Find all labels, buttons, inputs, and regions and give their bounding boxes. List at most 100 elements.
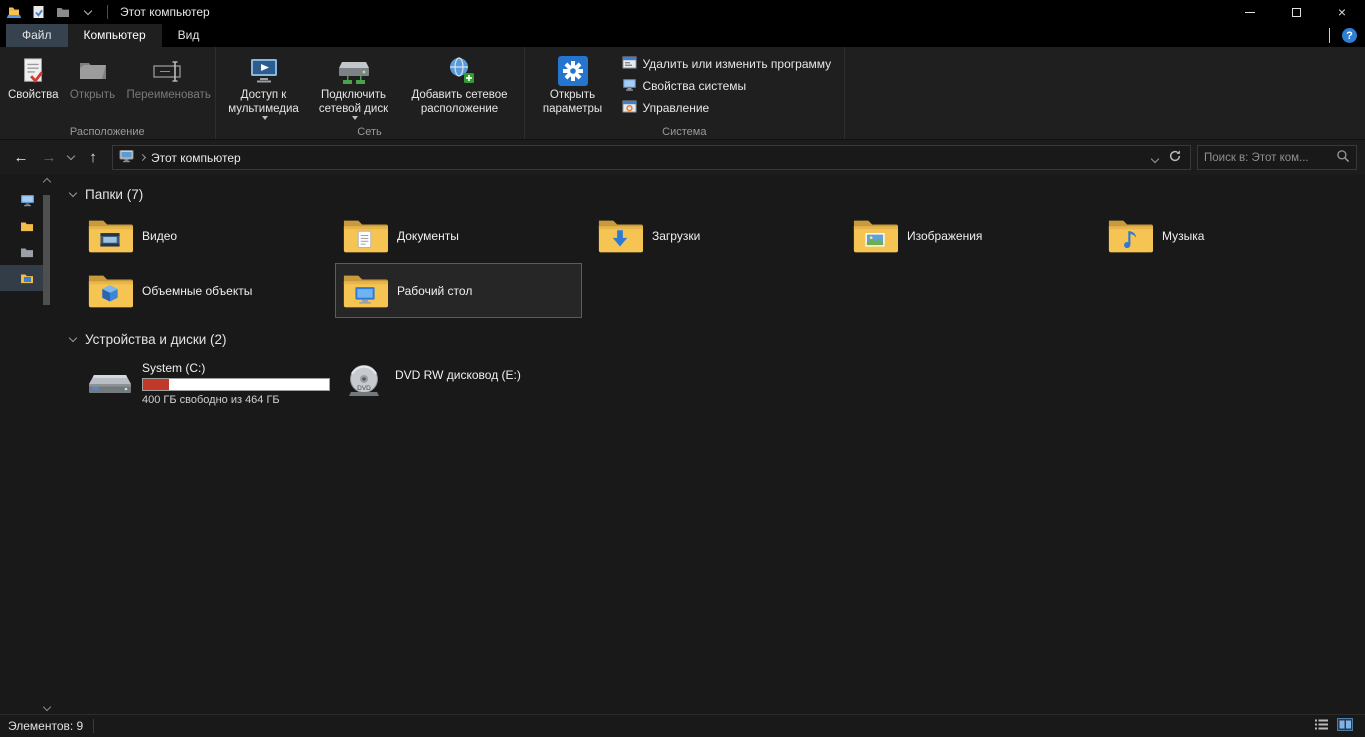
media-access-dropdown-icon <box>262 116 268 121</box>
items-count: Элементов: 9 <box>8 719 84 733</box>
drive-e-tile[interactable]: DVD DVD RW дисковод (E:) <box>335 353 582 413</box>
navigation-bar: ← → ↑ Этот компьютер <box>0 140 1365 175</box>
sidebar-scrollbar-thumb[interactable] <box>43 195 50 305</box>
properties-button[interactable]: Свойства <box>3 50 64 103</box>
forward-button[interactable]: → <box>36 145 62 171</box>
tab-computer[interactable]: Компьютер <box>67 24 162 47</box>
up-button[interactable]: ↑ <box>80 145 106 171</box>
svg-text:DVD: DVD <box>357 385 371 392</box>
add-network-location-label: Добавить сетевое расположение <box>411 89 508 115</box>
navigation-pane <box>0 175 56 714</box>
drives-grid: System (C:) 400 ГБ свободно из 464 ГБ DV… <box>80 353 1357 413</box>
drive-e-icon: DVD <box>342 362 386 400</box>
media-access-label: Доступ к мультимедиа <box>228 89 299 115</box>
tab-view[interactable]: Вид <box>162 24 216 47</box>
ribbon-group-system: Открыть параметры Удалить или изменить п… <box>525 47 846 139</box>
maximize-button[interactable] <box>1273 0 1319 24</box>
recent-locations-dropdown[interactable] <box>64 145 78 171</box>
status-bar: Элементов: 9 <box>0 714 1365 737</box>
folder-label: Рабочий стол <box>397 283 473 298</box>
details-view-button[interactable] <box>1314 718 1329 734</box>
properties-label: Свойства <box>8 89 59 101</box>
sidebar-item-this-pc[interactable] <box>0 187 46 213</box>
qa-customize-dropdown[interactable] <box>79 3 97 21</box>
sidebar-scroll-up-icon[interactable] <box>42 177 52 187</box>
qa-properties-button[interactable] <box>29 3 47 21</box>
ribbon-collapse-button[interactable] <box>1329 27 1330 43</box>
sidebar-item-folder-2[interactable] <box>0 239 46 265</box>
map-drive-label: Подключить сетевой диск <box>318 89 389 115</box>
close-button[interactable]: × <box>1319 0 1365 24</box>
folder-label: Документы <box>397 228 459 243</box>
ribbon-group-network: Доступ к мультимедиа Подключить сетевой … <box>216 47 525 139</box>
folder-tile[interactable]: Загрузки <box>590 208 837 263</box>
folders-grid: Видео Документы Загрузки Изображения Муз… <box>80 208 1357 318</box>
add-network-location-icon <box>444 53 476 89</box>
map-drive-button[interactable]: Подключить сетевой диск <box>309 50 399 121</box>
devices-collapse-icon[interactable] <box>68 333 78 343</box>
open-settings-button[interactable]: Открыть параметры <box>528 50 618 116</box>
help-button[interactable]: ? <box>1342 28 1357 43</box>
ribbon: Свойства Открыть Переименовать Расположе… <box>0 47 1365 140</box>
manage-button[interactable]: Управление <box>618 97 842 119</box>
folder-tile[interactable]: Изображения <box>845 208 1092 263</box>
manage-icon <box>622 99 637 117</box>
caption-buttons: × <box>1227 0 1365 24</box>
address-dropdown-button[interactable] <box>1150 151 1160 165</box>
sidebar-item-selected[interactable] <box>0 265 46 291</box>
system-properties-button[interactable]: Свойства системы <box>618 75 842 97</box>
folder-tile[interactable]: Объемные объекты <box>80 263 327 318</box>
qa-new-folder-button[interactable] <box>54 3 72 21</box>
folder-tile[interactable]: Документы <box>335 208 582 263</box>
folder-icon <box>852 217 898 255</box>
folder-tile[interactable]: Видео <box>80 208 327 263</box>
search-input[interactable] <box>1204 151 1332 164</box>
title-bar: Этот компьютер × <box>0 0 1365 24</box>
explorer-window: Этот компьютер × Файл Компьютер Вид ? Св… <box>0 0 1365 737</box>
large-icons-view-button[interactable] <box>1337 718 1353 734</box>
open-settings-label: Открыть параметры <box>542 89 603 115</box>
system-properties-label: Свойства системы <box>642 79 747 93</box>
drive-c-tile[interactable]: System (C:) 400 ГБ свободно из 464 ГБ <box>80 353 330 413</box>
titlebar-separator <box>107 5 108 19</box>
manage-label: Управление <box>642 101 710 115</box>
add-network-location-button[interactable]: Добавить сетевое расположение <box>399 50 521 116</box>
sidebar-scrollbar[interactable] <box>42 191 51 698</box>
search-icon <box>1336 149 1350 166</box>
capacity-bar-fill <box>143 378 170 390</box>
group-label-location: Расположение <box>69 126 145 138</box>
folders-collapse-icon[interactable] <box>68 188 78 198</box>
uninstall-program-label: Удалить или изменить программу <box>642 57 832 71</box>
drive-e-label: DVD RW дисковод (E:) <box>395 368 521 382</box>
sidebar-scroll-down-icon[interactable] <box>42 702 52 712</box>
map-drive-dropdown-icon <box>352 116 358 121</box>
folder-tile[interactable]: Рабочий стол <box>335 263 582 318</box>
folder-icon <box>87 217 133 255</box>
sidebar-item-folder-1[interactable] <box>0 213 46 239</box>
folder-icon <box>1107 217 1153 255</box>
rename-icon <box>151 53 183 89</box>
uninstall-program-button[interactable]: Удалить или изменить программу <box>618 53 842 75</box>
refresh-button[interactable] <box>1168 149 1182 166</box>
media-access-icon <box>248 53 280 89</box>
address-bar[interactable]: Этот компьютер <box>112 145 1191 170</box>
file-list-area: Папки (7) Видео Документы Загрузки Изобр… <box>56 175 1365 714</box>
address-text: Этот компьютер <box>151 150 241 165</box>
media-access-button[interactable]: Доступ к мультимедиа <box>219 50 309 121</box>
group-label-network: Сеть <box>357 126 382 138</box>
properties-icon <box>18 53 48 89</box>
minimize-button[interactable] <box>1227 0 1273 24</box>
open-button[interactable]: Открыть <box>64 50 122 103</box>
open-label: Открыть <box>69 89 116 101</box>
explorer-logo-icon <box>6 4 22 20</box>
folder-label: Объемные объекты <box>142 283 253 298</box>
rename-button[interactable]: Переименовать <box>122 50 212 103</box>
folder-label: Загрузки <box>652 228 701 243</box>
window-title: Этот компьютер <box>120 5 210 19</box>
back-button[interactable]: ← <box>8 145 34 171</box>
folder-tile[interactable]: Музыка <box>1100 208 1347 263</box>
tab-file[interactable]: Файл <box>6 24 68 47</box>
drive-c-label: System (C:) <box>142 360 206 375</box>
ribbon-tab-row: Файл Компьютер Вид ? <box>0 24 1365 47</box>
uninstall-program-icon <box>622 55 637 73</box>
